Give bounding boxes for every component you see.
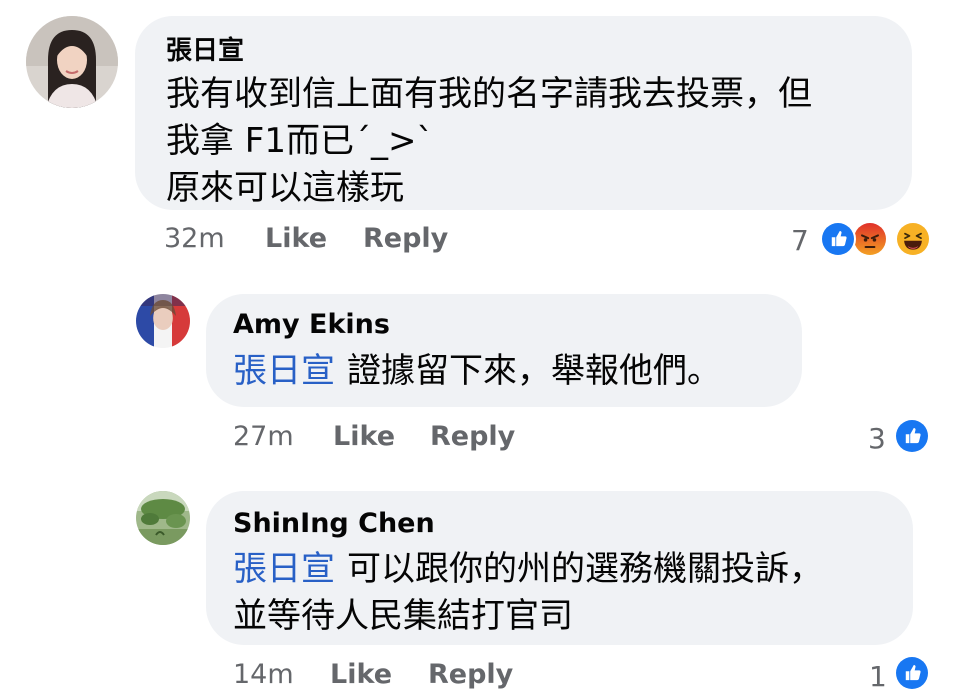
comment-timestamp[interactable]: 27m <box>233 421 294 452</box>
mention-link[interactable]: 張日宣 <box>233 549 335 589</box>
profile-photo <box>136 294 190 348</box>
like-button[interactable]: Like <box>333 421 395 452</box>
comment-timestamp[interactable]: 32m <box>164 223 225 254</box>
angry-icon[interactable] <box>852 221 888 257</box>
comment-text: 張日宣 可以跟你的州的選務機關投訴， 並等待人民集結打官司 <box>233 546 823 640</box>
comment-timestamp[interactable]: 14m <box>233 659 294 690</box>
avatar[interactable] <box>26 16 118 108</box>
reply-button[interactable]: Reply <box>430 421 515 452</box>
comment-text: 我有收到信上面有我的名字請我去投票，但 我拿 F1而已´_>` 原來可以這樣玩 <box>166 71 812 212</box>
comment-line: 證據留下來，舉報他們。 <box>347 351 721 391</box>
profile-photo <box>26 16 118 108</box>
mention-link[interactable]: 張日宣 <box>233 351 335 391</box>
comment-author[interactable]: 張日宣 <box>166 30 244 67</box>
profile-photo <box>136 491 190 545</box>
reaction-count[interactable]: 7 <box>791 224 809 257</box>
reply-button[interactable]: Reply <box>428 659 513 690</box>
avatar[interactable] <box>136 294 190 348</box>
comment-line: 我有收到信上面有我的名字請我去投票，但 <box>166 74 812 114</box>
like-icon[interactable] <box>820 221 856 257</box>
comment-line: 可以跟你的州的選務機關投訴， <box>347 549 823 589</box>
avatar[interactable] <box>136 491 190 545</box>
reaction-count[interactable]: 1 <box>869 660 887 693</box>
comment-author[interactable]: ShinIng Chen <box>233 508 435 539</box>
comment-line: 原來可以這樣玩 <box>166 168 404 208</box>
haha-icon[interactable] <box>895 221 931 257</box>
comment-text: 張日宣 證據留下來，舉報他們。 <box>233 348 721 395</box>
like-icon[interactable] <box>894 655 930 691</box>
comment-line: 並等待人民集結打官司 <box>233 596 573 636</box>
like-button[interactable]: Like <box>265 223 327 254</box>
reply-button[interactable]: Reply <box>363 223 448 254</box>
comment-line: 我拿 F1而已´_>` <box>166 121 434 161</box>
like-icon[interactable] <box>894 418 930 454</box>
like-button[interactable]: Like <box>330 659 392 690</box>
comment-author[interactable]: Amy Ekins <box>233 309 390 340</box>
reaction-count[interactable]: 3 <box>868 422 886 455</box>
